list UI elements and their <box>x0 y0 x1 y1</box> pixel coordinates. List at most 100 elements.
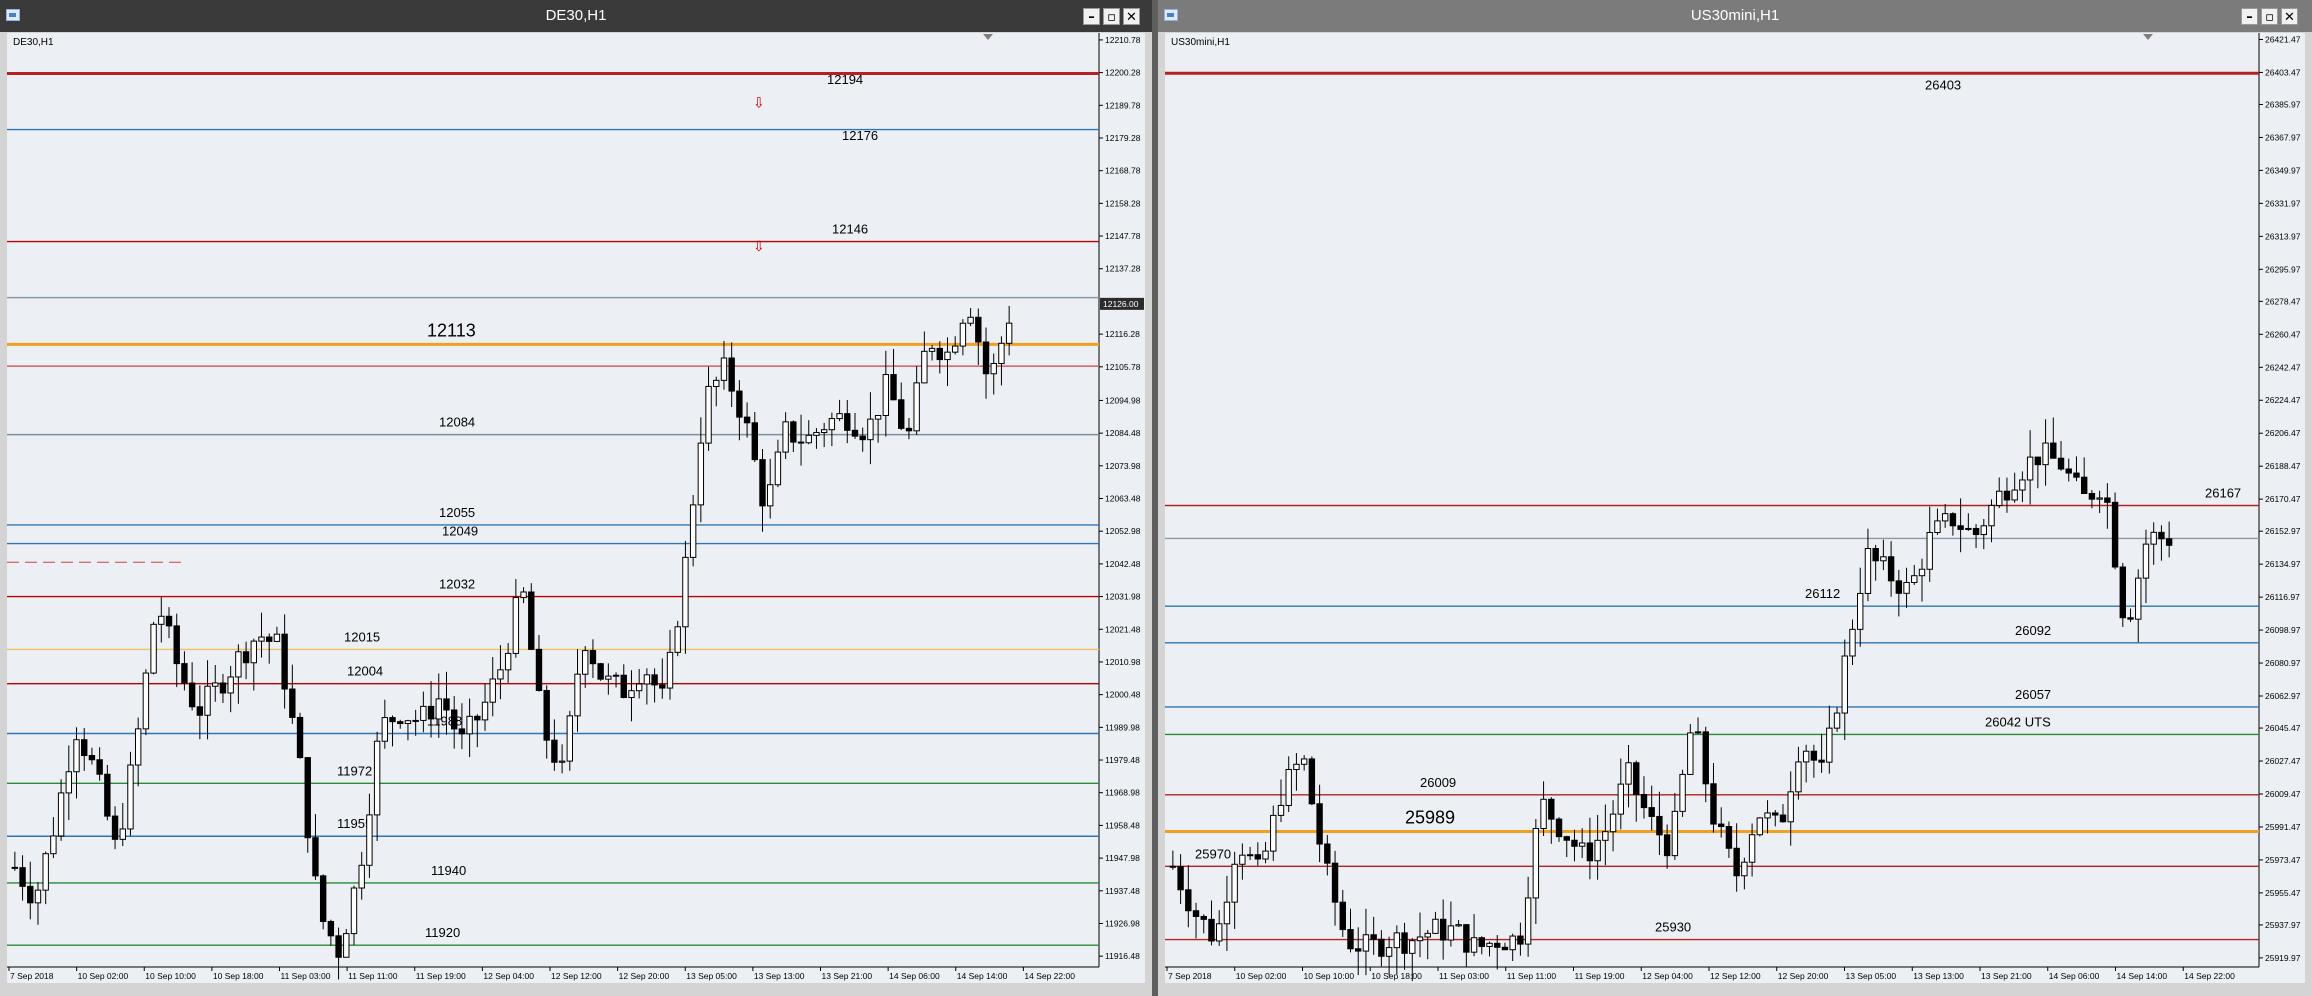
window-de30[interactable]: DE30,H1 – ▫ ✕ 12210.78 12200.28 12189.78 12… <box>0 0 1152 996</box>
candle <box>2042 419 2049 486</box>
time-tick-label: 14 Sep 06:00 <box>889 971 940 981</box>
close-button[interactable]: ✕ <box>1123 8 1140 25</box>
maximize-button[interactable]: ▫ <box>2261 8 2278 25</box>
candle <box>227 665 234 713</box>
candle <box>1656 791 1663 856</box>
level-label: 12015 <box>344 629 380 644</box>
minimize-button[interactable]: – <box>2241 8 2258 25</box>
time-tick-label: 14 Sep 14:00 <box>2117 971 2168 981</box>
candle <box>1602 804 1609 866</box>
candle <box>774 439 782 488</box>
candle <box>859 427 866 452</box>
candle <box>1733 823 1740 892</box>
candle <box>1532 819 1540 925</box>
candle <box>2119 562 2127 627</box>
candle <box>1710 763 1717 833</box>
candle <box>2165 521 2173 558</box>
candle <box>196 685 204 740</box>
candle <box>1841 639 1848 741</box>
price-tick-label: 12210.78 <box>1105 35 1141 45</box>
candle <box>11 851 19 871</box>
candle <box>1671 792 1679 860</box>
price-tick-label: 11926.98 <box>1105 918 1140 928</box>
candle <box>57 779 65 841</box>
price-tick-label: 12168.78 <box>1105 166 1141 176</box>
time-tick-label: 11 Sep 03:00 <box>1439 971 1489 981</box>
candle <box>597 662 604 681</box>
candle <box>235 644 242 704</box>
candle <box>905 417 913 440</box>
price-chart[interactable]: 26421.47 26403.47 26385.97 26367.97 26349.97… <box>1165 33 2305 983</box>
price-tick-label: 11968.98 <box>1105 788 1140 798</box>
window-us30mini[interactable]: US30mini,H1 – ▫ ✕ 26421.47 26403.47 26385.… <box>1158 0 2312 996</box>
candle <box>1285 756 1292 813</box>
candle <box>1509 933 1516 962</box>
level-label: 25989 <box>1405 807 1455 827</box>
candle <box>1501 942 1509 951</box>
candle <box>1833 707 1841 732</box>
level-label: 26092 <box>2015 623 2051 638</box>
candle <box>1725 821 1733 858</box>
time-tick-label: 12 Sep 20:00 <box>1778 971 1829 981</box>
maximize-button[interactable]: ▫ <box>1103 8 1120 25</box>
price-tick-label: 26134.97 <box>2265 559 2301 569</box>
candle <box>666 629 674 700</box>
title-bar[interactable]: US30mini,H1 – ▫ ✕ <box>1158 0 2312 32</box>
candle <box>643 668 651 705</box>
candle <box>1192 902 1200 939</box>
candle <box>250 638 257 691</box>
candle <box>574 649 581 732</box>
price-tick-label: 11947.98 <box>1105 853 1140 863</box>
candle <box>1633 760 1640 822</box>
title-bar[interactable]: DE30,H1 – ▫ ✕ <box>0 0 1152 32</box>
candle <box>104 764 111 821</box>
candle <box>605 663 612 695</box>
candle <box>736 380 743 441</box>
candle <box>1324 834 1331 876</box>
candle <box>481 683 489 731</box>
level-label: 26403 <box>1925 77 1961 92</box>
candle <box>535 634 543 692</box>
candle <box>1802 744 1810 783</box>
price-tick-label: 26027.47 <box>2265 756 2301 766</box>
candle <box>1795 746 1802 800</box>
close-button[interactable]: ✕ <box>2281 8 2298 25</box>
candle <box>304 757 311 853</box>
level-label: 12055 <box>439 505 475 520</box>
candle <box>767 458 774 519</box>
candle <box>1949 512 1957 536</box>
time-tick-label: 14 Sep 22:00 <box>1024 971 1075 981</box>
candle <box>728 342 735 407</box>
candle <box>1571 829 1578 862</box>
price-chart[interactable]: 12210.78 12200.28 12189.78 12179.28 12168.78… <box>7 33 1145 983</box>
candle <box>713 376 720 407</box>
candle <box>2034 456 2042 489</box>
candle <box>551 719 558 771</box>
candle <box>65 745 73 821</box>
candle <box>1455 919 1462 927</box>
candle <box>27 861 34 920</box>
candle <box>1934 508 1941 535</box>
candle <box>921 331 928 384</box>
candle <box>350 885 358 945</box>
candle <box>1277 779 1285 823</box>
time-tick-label: 13 Sep 13:00 <box>1913 971 1964 981</box>
current-price-label: 12126.00 <box>1103 299 1139 309</box>
candle <box>466 698 473 758</box>
price-tick-label: 26098.97 <box>2265 625 2301 635</box>
candle <box>81 727 88 771</box>
chart-scroll-indicator-icon <box>983 34 993 40</box>
candle <box>1648 785 1655 831</box>
candle <box>1463 924 1470 968</box>
minimize-button[interactable]: – <box>1083 8 1100 25</box>
candle <box>1756 817 1764 837</box>
candle <box>1293 753 1300 791</box>
price-tick-label: 12073.98 <box>1105 461 1141 471</box>
candle <box>2065 458 2072 482</box>
candle <box>1903 567 1910 609</box>
time-tick-label: 12 Sep 04:00 <box>483 971 534 981</box>
candle <box>751 412 758 463</box>
symbol-label: DE30,H1 <box>13 37 54 48</box>
candle <box>620 664 627 699</box>
candle <box>1517 922 1524 956</box>
